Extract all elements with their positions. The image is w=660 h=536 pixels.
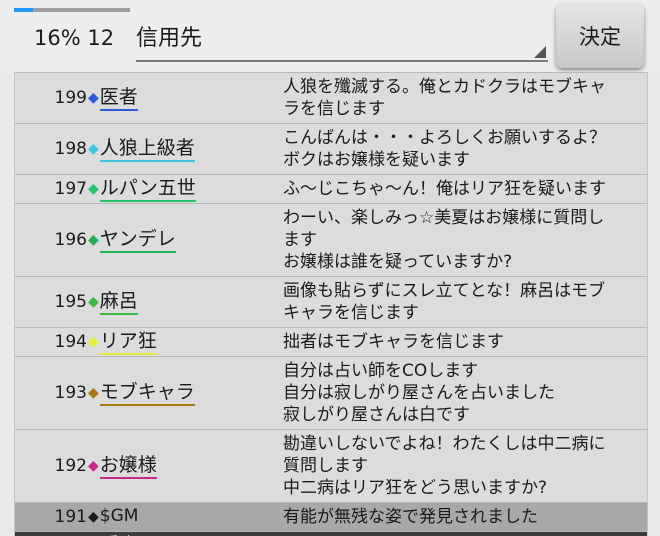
progress-bar-fill: [14, 8, 33, 12]
log-number: 193: [54, 383, 87, 403]
log-message-line: ます: [283, 230, 317, 250]
log-message-line: ボクはお嬢様を疑います: [283, 150, 470, 170]
log-row: 32◆瞬介 瞬介は猫又をCOします: [15, 531, 647, 536]
chat-log[interactable]: 199 ◆ 医者 人狼を殲滅する。俺とカドクラはモブキャ ラを信じます 198 ◆ 人狼上級者…: [14, 72, 648, 536]
log-row: 194 ◆ リア狂 拙者はモブキャラを信じます: [15, 327, 647, 356]
log-message-line: 勘違いしないでよね！わたくしは中二病に: [283, 434, 606, 454]
log-message-line: 中二病はリア狂をどう思いますか?: [283, 478, 548, 498]
diamond-icon: ◆: [88, 90, 99, 106]
progress-bar: [14, 8, 130, 12]
diamond-icon: ◆: [88, 181, 99, 197]
log-message: 瞬介は猫又をCOします: [283, 532, 647, 536]
diamond-icon: ◆: [88, 334, 99, 350]
target-select-value: 信用先: [136, 26, 203, 51]
log-message-line: お嬢様は誰を疑っていますか?: [283, 252, 513, 272]
log-speaker: 195 ◆ 麻呂: [15, 277, 277, 327]
log-message-line: キャラを信じます: [283, 303, 419, 323]
log-speaker: 196 ◆ ヤンデレ: [15, 204, 277, 276]
log-speaker: 194 ◆ リア狂: [15, 328, 277, 356]
log-username[interactable]: モブキャラ: [99, 381, 195, 406]
log-number: 191: [54, 507, 87, 527]
diamond-icon: ◆: [88, 141, 99, 157]
log-speaker: 199 ◆ 医者: [15, 73, 277, 123]
diamond-icon: ◆: [88, 385, 99, 401]
log-message-line: 寂しがり屋さんは白です: [283, 405, 470, 425]
log-row: 193 ◆ モブキャラ 自分は占い師をCOします 自分は寂しがり屋さんを占いました 寂しが…: [15, 356, 647, 429]
log-speaker: 197 ◆ ルパン五世: [15, 175, 277, 203]
log-number: 196: [54, 230, 87, 250]
log-message: わーい、楽しみっ☆美夏はお嬢様に質問し ます お嬢様は誰を疑っていますか?: [283, 204, 647, 276]
log-message-line: わーい、楽しみっ☆美夏はお嬢様に質問し: [283, 208, 605, 228]
log-speaker: 192 ◆ お嬢様: [15, 430, 277, 502]
status-text: 16% 12: [34, 26, 115, 50]
log-message-line: 自分は寂しがり屋さんを占いました: [283, 383, 555, 403]
log-message-line: 有能が無残な姿で発見されました: [283, 507, 538, 527]
log-row: 195 ◆ 麻呂 画像も貼らずにスレ立てとな！麻呂はモブ キャラを信じます: [15, 276, 647, 327]
log-row: 191 ◆ $GM 有能が無残な姿で発見されました: [15, 502, 647, 531]
log-message: こんばんは・・・よろしくお願いするよ？ ボクはお嬢様を疑います: [283, 124, 647, 174]
log-message-line: ラを信じます: [283, 99, 385, 119]
log-number: 195: [54, 292, 87, 312]
log-message-line: 人狼を殲滅する。俺とカドクラはモブキャ: [283, 77, 606, 97]
log-message-line: 画像も貼らずにスレ立てとな！麻呂はモブ: [283, 281, 606, 301]
diamond-icon: ◆: [88, 232, 99, 248]
log-message: 拙者はモブキャラを信じます: [283, 328, 647, 356]
log-message-line: 質問します: [283, 456, 368, 476]
log-message-line: 自分は占い師をCOします: [283, 361, 479, 381]
log-username[interactable]: ヤンデレ: [99, 228, 176, 253]
log-username[interactable]: 人狼上級者: [99, 137, 195, 162]
log-row: 197 ◆ ルパン五世 ふ〜じこちゃ〜ん！俺はリア狂を疑います: [15, 174, 647, 203]
log-username[interactable]: $GM: [100, 505, 139, 530]
log-username[interactable]: 麻呂: [99, 290, 138, 315]
diamond-icon: ◆: [88, 509, 99, 525]
log-message: ふ〜じこちゃ〜ん！俺はリア狂を疑います: [283, 175, 647, 203]
diamond-icon: ◆: [88, 458, 99, 474]
log-message: 人狼を殲滅する。俺とカドクラはモブキャ ラを信じます: [283, 73, 647, 123]
top-bar: 16% 12 信用先 決定: [0, 0, 660, 72]
log-number: 192: [54, 456, 87, 476]
target-select[interactable]: 信用先: [136, 14, 548, 62]
log-speaker: 191 ◆ $GM: [15, 503, 277, 531]
log-username[interactable]: ルパン五世: [99, 177, 196, 202]
log-message: 勘違いしないでよね！わたくしは中二病に 質問します 中二病はリア狂をどう思いますか?: [283, 430, 647, 502]
log-number: 197: [54, 179, 87, 199]
log-message-line: こんばんは・・・よろしくお願いするよ？: [283, 128, 606, 148]
log-row: 198 ◆ 人狼上級者 こんばんは・・・よろしくお願いするよ？ ボクはお嬢様を疑います: [15, 123, 647, 174]
log-username[interactable]: お嬢様: [99, 454, 157, 479]
log-message: 画像も貼らずにスレ立てとな！麻呂はモブ キャラを信じます: [283, 277, 647, 327]
log-message-line: 拙者はモブキャラを信じます: [283, 332, 504, 352]
log-speaker: 193 ◆ モブキャラ: [15, 357, 277, 429]
log-username[interactable]: 医者: [99, 86, 138, 111]
log-message-line: ふ〜じこちゃ〜ん！俺はリア狂を疑います: [283, 179, 606, 199]
diamond-icon: ◆: [88, 294, 99, 310]
log-number: 194: [54, 332, 87, 352]
dropdown-triangle-icon: [534, 46, 546, 58]
log-row: 192 ◆ お嬢様 勘違いしないでよね！わたくしは中二病に 質問します 中二病はリア狂をど…: [15, 429, 647, 502]
log-number: 199: [54, 88, 87, 108]
log-speaker: 198 ◆ 人狼上級者: [15, 124, 277, 174]
decide-button[interactable]: 決定: [556, 4, 644, 68]
log-message: 有能が無残な姿で発見されました: [283, 503, 647, 531]
log-number: 198: [54, 139, 87, 159]
log-speaker: 32◆瞬介: [15, 532, 277, 536]
log-row: 196 ◆ ヤンデレ わーい、楽しみっ☆美夏はお嬢様に質問し ます お嬢様は誰を疑っていま…: [15, 203, 647, 276]
log-row: 199 ◆ 医者 人狼を殲滅する。俺とカドクラはモブキャ ラを信じます: [15, 72, 647, 123]
log-username[interactable]: リア狂: [99, 330, 157, 355]
log-message: 自分は占い師をCOします 自分は寂しがり屋さんを占いました 寂しがり屋さんは白です: [283, 357, 647, 429]
